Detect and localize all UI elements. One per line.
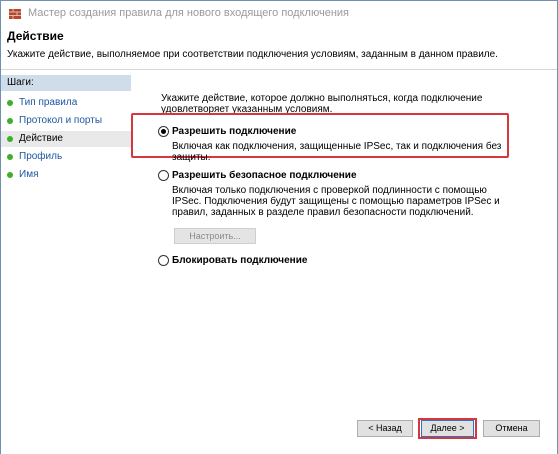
cancel-button[interactable]: Отмена (483, 420, 540, 437)
sidebar-item-action[interactable]: Действие (1, 131, 131, 147)
customize-button[interactable]: Настроить... (174, 228, 256, 244)
steps-heading: Шаги: (1, 75, 131, 91)
block-connection-label[interactable]: Блокировать подключение (172, 255, 307, 266)
sidebar-item-protocol-ports[interactable]: Протокол и порты (1, 113, 131, 129)
steps-sidebar: Шаги: Тип правила Протокол и порты Дейст… (1, 71, 131, 454)
block-connection-radio[interactable] (158, 255, 169, 266)
sidebar-item-rule-type[interactable]: Тип правила (1, 95, 131, 111)
wizard-header: Действие Укажите действие, выполняемое п… (1, 27, 557, 69)
sidebar-item-label: Действие (19, 133, 63, 144)
wizard-window: Мастер создания правила для нового входя… (0, 0, 558, 454)
step-bullet-icon (7, 100, 13, 106)
main-panel: Укажите действие, которое должно выполня… (131, 71, 557, 454)
page-subtitle: Укажите действие, выполняемое при соотве… (7, 49, 498, 60)
sidebar-item-profile[interactable]: Профиль (1, 149, 131, 165)
allow-secure-connection-description: Включая только подключения с проверкой п… (172, 185, 500, 218)
page-title: Действие (7, 29, 64, 43)
step-bullet-icon (7, 118, 13, 124)
header-divider (1, 69, 557, 70)
allow-connection-radio[interactable] (158, 126, 169, 137)
sidebar-item-label: Профиль (19, 151, 63, 162)
title-bar[interactable]: Мастер создания правила для нового входя… (1, 1, 557, 27)
allow-secure-connection-label[interactable]: Разрешить безопасное подключение (172, 170, 357, 181)
firewall-icon (8, 7, 22, 21)
step-bullet-icon (7, 154, 13, 160)
back-button[interactable]: < Назад (357, 420, 413, 437)
intro-text: Укажите действие, которое должно выполня… (161, 93, 483, 115)
allow-connection-description: Включая как подключения, защищенные IPSe… (172, 141, 502, 163)
sidebar-item-label: Протокол и порты (19, 115, 103, 126)
sidebar-item-label: Имя (19, 169, 39, 180)
step-bullet-icon (7, 172, 13, 178)
allow-connection-label[interactable]: Разрешить подключение (172, 126, 296, 137)
window-title: Мастер создания правила для нового входя… (28, 7, 349, 19)
sidebar-item-name[interactable]: Имя (1, 167, 131, 183)
next-button[interactable]: Далее > (421, 420, 474, 437)
sidebar-item-label: Тип правила (19, 97, 78, 108)
allow-secure-connection-radio[interactable] (158, 170, 169, 181)
step-bullet-icon (7, 136, 13, 142)
